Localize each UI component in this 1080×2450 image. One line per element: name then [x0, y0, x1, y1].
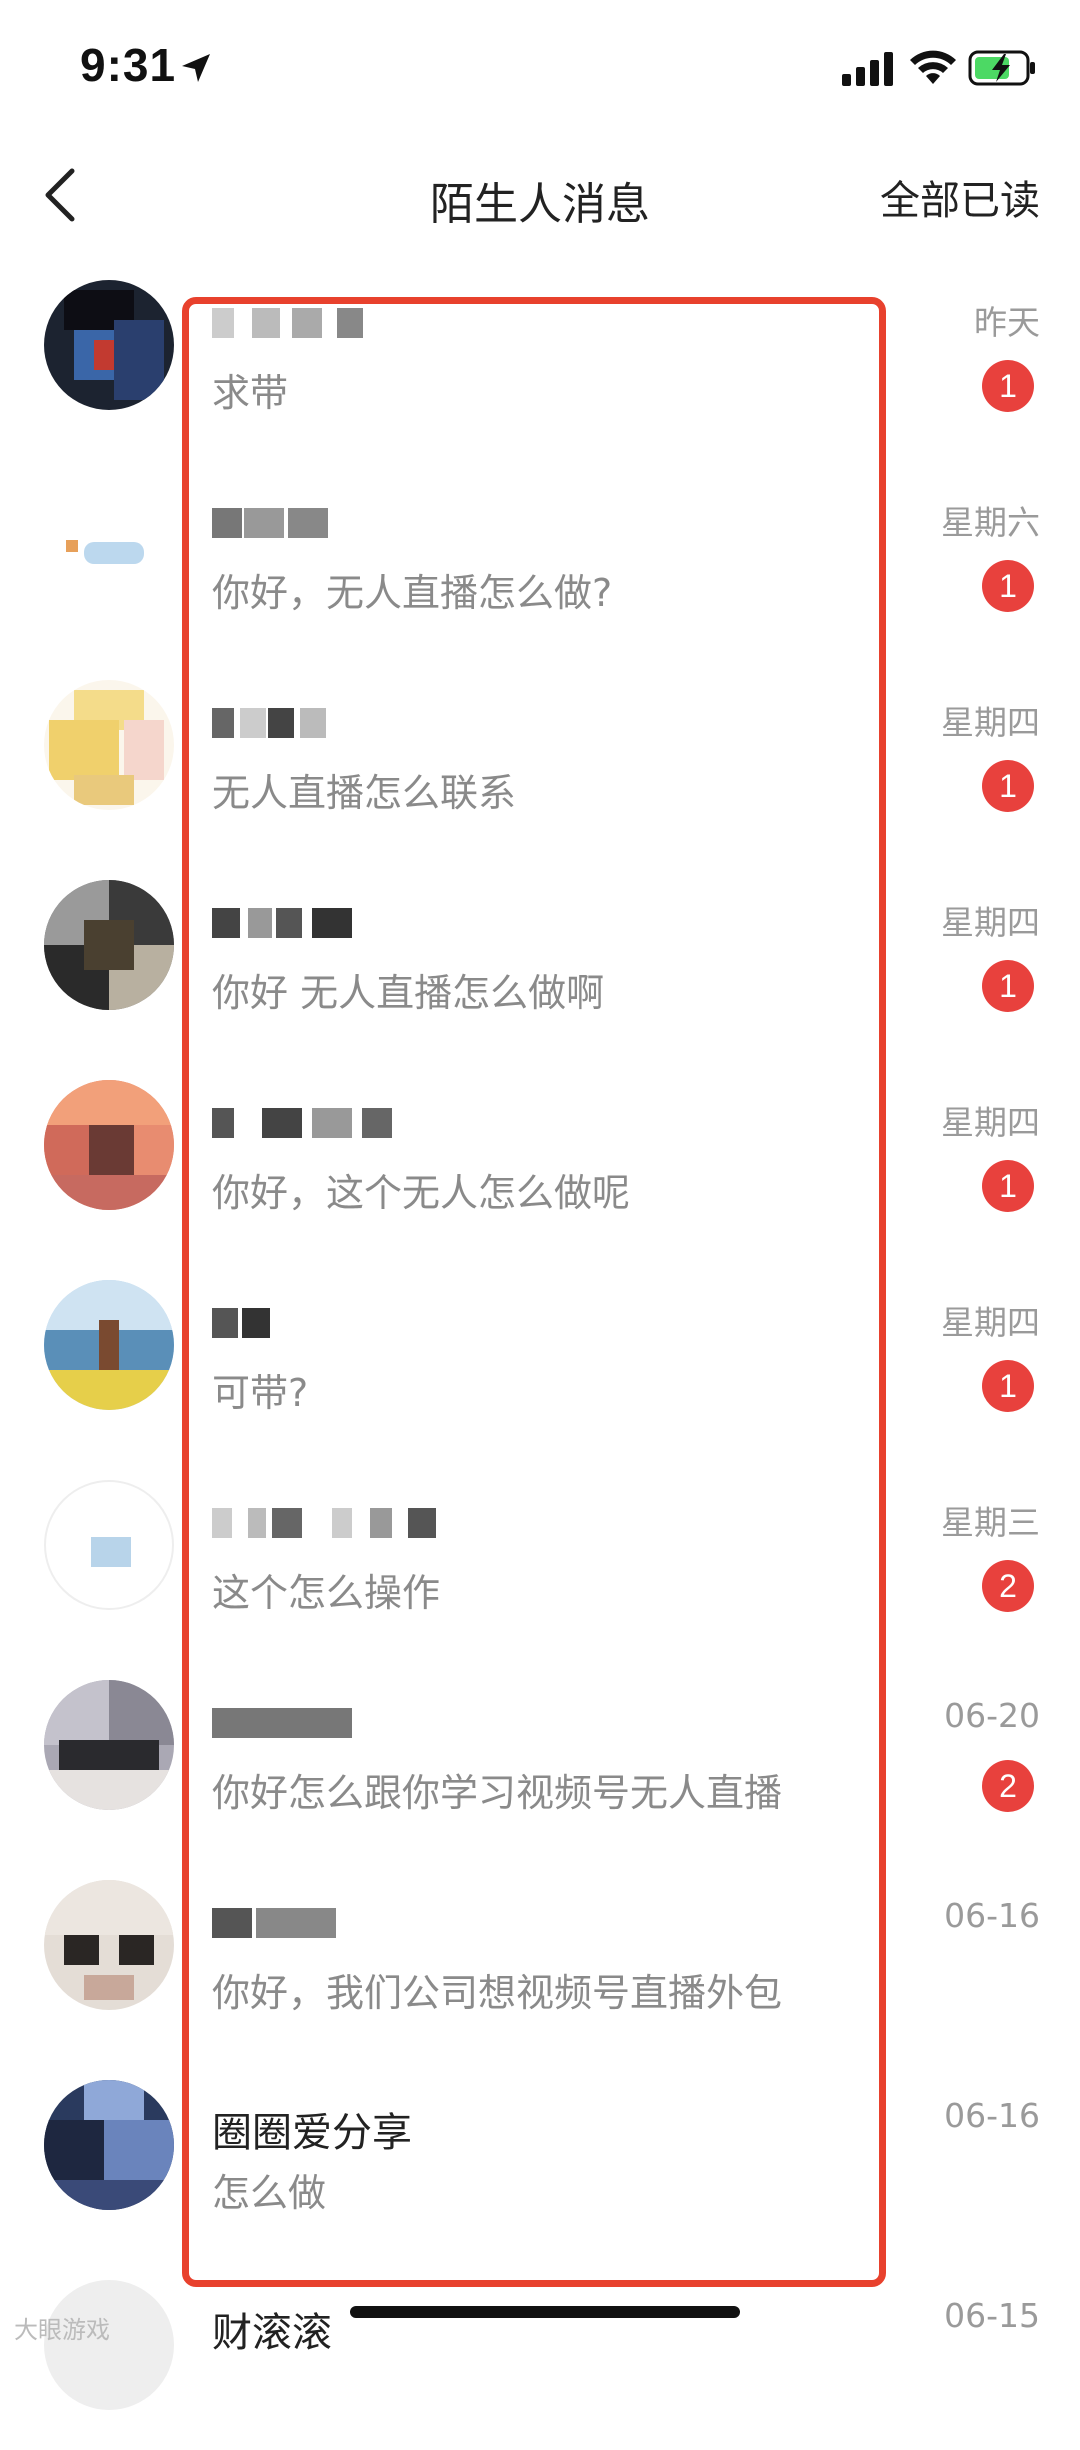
message-item[interactable]: 你好怎么跟你学习视频号无人直播 06-20 2	[0, 1650, 1080, 1850]
message-preview: 怎么做	[212, 2171, 327, 2215]
message-date: 昨天	[974, 303, 1040, 342]
avatar	[44, 1280, 174, 1410]
message-item[interactable]: 可带? 星期四 1	[0, 1250, 1080, 1450]
mark-all-read-button[interactable]: 全部已读	[880, 168, 1040, 226]
message-item[interactable]: 这个怎么操作 星期三 2	[0, 1450, 1080, 1650]
avatar	[44, 2280, 174, 2410]
battery-charging-icon	[968, 50, 1035, 86]
home-indicator[interactable]	[350, 2306, 740, 2318]
cellular-signal-icon	[842, 52, 893, 86]
message-preview: 求带	[212, 371, 289, 415]
avatar	[44, 1880, 174, 2010]
nickname: 圈圈爱分享	[212, 2110, 412, 2156]
message-item[interactable]: 求带 昨天 1	[0, 250, 1080, 450]
message-date: 星期六	[941, 503, 1040, 542]
unread-badge: 2	[982, 1560, 1034, 1612]
avatar	[44, 880, 174, 1010]
message-preview: 你好 无人直播怎么做啊	[212, 971, 605, 1015]
unread-badge: 2	[982, 1760, 1034, 1812]
message-date: 06-15	[944, 2296, 1040, 2335]
message-preview: 可带?	[212, 1371, 309, 1415]
unread-badge: 1	[982, 960, 1034, 1012]
message-date: 06-16	[944, 2096, 1040, 2135]
unread-badge: 1	[982, 560, 1034, 612]
message-preview: 你好，无人直播怎么做?	[212, 571, 613, 615]
message-item[interactable]: 无人直播怎么联系 星期四 1	[0, 650, 1080, 850]
message-date: 星期四	[941, 1103, 1040, 1142]
avatar	[44, 680, 174, 810]
message-preview: 无人直播怎么联系	[212, 771, 517, 815]
unread-badge: 1	[982, 360, 1034, 412]
message-item[interactable]: 你好，无人直播怎么做? 星期六 1	[0, 450, 1080, 650]
message-item[interactable]: 圈圈爱分享 怎么做 06-16	[0, 2050, 1080, 2250]
message-date: 星期三	[941, 1503, 1040, 1542]
message-date: 星期四	[941, 903, 1040, 942]
message-preview: 你好，这个无人怎么做呢	[212, 1171, 631, 1215]
avatar	[44, 2080, 174, 2210]
watermark: 大眼游戏	[14, 2316, 110, 2344]
message-preview: 你好怎么跟你学习视频号无人直播	[212, 1771, 783, 1815]
avatar	[44, 1680, 174, 1810]
message-item[interactable]: 你好，我们公司想视频号直播外包 06-16	[0, 1850, 1080, 2050]
message-preview: 你好，我们公司想视频号直播外包	[212, 1971, 783, 2015]
message-preview: 这个怎么操作	[212, 1571, 441, 1615]
navigation-bar: 陌生人消息 全部已读	[0, 140, 1080, 250]
nickname: 财滚滚	[212, 2310, 332, 2356]
status-bar: 9:31	[0, 0, 1080, 140]
wifi-icon	[910, 50, 956, 84]
message-date: 06-16	[944, 1896, 1040, 1935]
avatar	[44, 1080, 174, 1210]
message-item[interactable]: 你好，这个无人怎么做呢 星期四 1	[0, 1050, 1080, 1250]
unread-badge: 1	[982, 760, 1034, 812]
message-date: 星期四	[941, 1303, 1040, 1342]
status-time: 9:31	[80, 39, 177, 91]
message-item[interactable]: 财滚滚 06-15	[0, 2250, 1080, 2450]
unread-badge: 1	[982, 1160, 1034, 1212]
message-date: 星期四	[941, 703, 1040, 742]
location-arrow-icon	[182, 54, 210, 82]
avatar	[44, 280, 174, 410]
message-date: 06-20	[944, 1696, 1040, 1735]
unread-badge: 1	[982, 1360, 1034, 1412]
message-item[interactable]: 你好 无人直播怎么做啊 星期四 1	[0, 850, 1080, 1050]
avatar	[44, 480, 174, 610]
avatar	[44, 1480, 174, 1610]
message-list: 求带 昨天 1 你好，无人直播怎么做? 星期六 1 无人直播怎么联系 星期四 1…	[0, 250, 1080, 2450]
